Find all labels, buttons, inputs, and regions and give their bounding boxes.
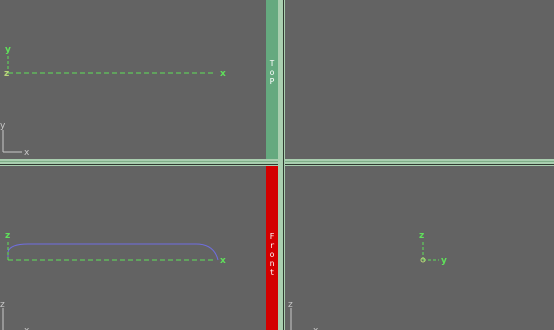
- gizmo-y-label: y: [0, 121, 6, 131]
- viewport-top-left-canvas: y z x y x: [0, 45, 226, 158]
- viewport-label-front[interactable]: F r o n t: [266, 166, 278, 330]
- y-axis-label: y: [5, 45, 11, 55]
- profile-curve: [7, 243, 219, 261]
- y-axis-label: y: [441, 256, 447, 266]
- viewport-label-top[interactable]: T o P: [266, 0, 278, 159]
- viewport-bottom-right[interactable]: z y z x: [285, 166, 554, 330]
- label-char: t: [269, 268, 275, 277]
- horizontal-splitter[interactable]: [0, 159, 554, 166]
- label-char: o: [269, 68, 275, 77]
- label-char: F: [269, 232, 275, 241]
- label-char: P: [269, 77, 275, 86]
- label-char: T: [269, 59, 275, 68]
- viewport-bottom-left-canvas: z x z x: [0, 231, 226, 330]
- x-axis-label: x: [220, 69, 226, 79]
- gizmo-z-label: z: [288, 300, 293, 310]
- orientation-gizmo: z x: [288, 300, 319, 330]
- z-axis-label: z: [4, 69, 9, 79]
- label-char: o: [269, 250, 275, 259]
- orientation-gizmo: z x: [0, 300, 30, 330]
- viewport-bottom-left[interactable]: z x z x: [0, 166, 266, 330]
- z-axis-label: z: [419, 231, 424, 241]
- label-char: n: [269, 259, 275, 268]
- gizmo-x-label: x: [24, 326, 30, 330]
- x-axis-label: x: [220, 256, 226, 266]
- gizmo-x-label: x: [24, 148, 30, 158]
- gizmo-x-label: x: [313, 326, 319, 330]
- vertical-splitter[interactable]: [278, 0, 285, 330]
- label-char: r: [269, 241, 275, 250]
- viewport-bottom-right-canvas: z y z x: [288, 231, 447, 330]
- viewport-top-left[interactable]: y z x y x: [0, 0, 266, 159]
- orientation-gizmo: y x: [0, 121, 30, 158]
- z-axis-label: z: [5, 231, 10, 241]
- gizmo-z-label: z: [0, 300, 5, 310]
- viewport-top-right[interactable]: [285, 0, 554, 159]
